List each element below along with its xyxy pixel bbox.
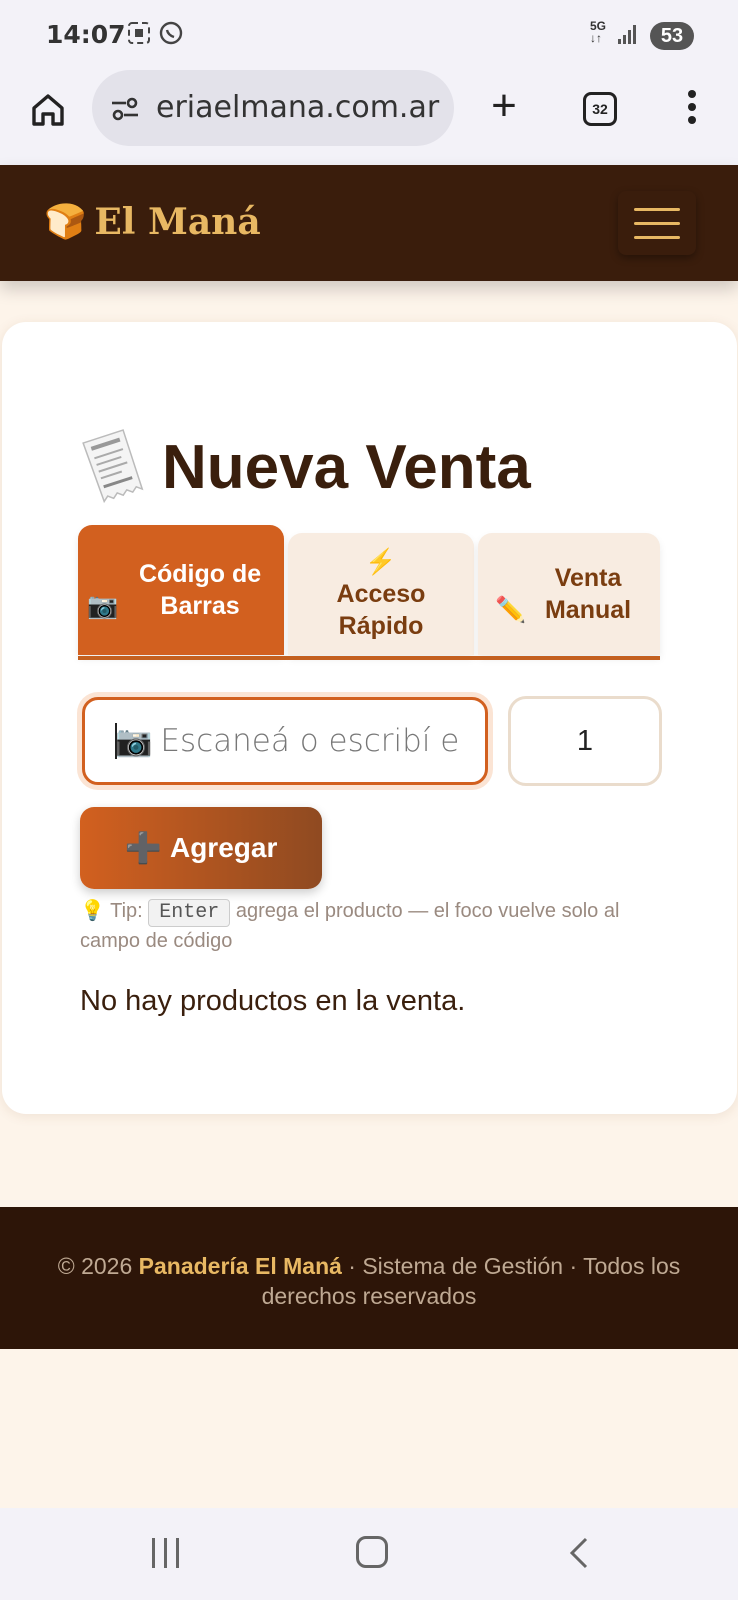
network-indicator: 5G ↓↑: [590, 19, 607, 45]
back-icon: [569, 1537, 588, 1569]
status-bar: 14:07 5G ↓↑ 53: [0, 0, 738, 70]
browser-menu-button[interactable]: [680, 90, 704, 130]
bread-icon: 🍞: [44, 203, 87, 241]
sale-card: Nueva Venta 📷 Código de Barras ⚡ Acceso …: [2, 322, 737, 1114]
site-footer: © 2026 Panadería El Maná · Sistema de Ge…: [0, 1207, 738, 1349]
page-title-text: Nueva Venta: [162, 432, 531, 502]
new-tab-button[interactable]: +: [484, 84, 524, 130]
tab-quick-access[interactable]: ⚡ Acceso Rápido: [288, 533, 474, 655]
system-nav-bar: [0, 1508, 738, 1600]
barcode-placeholder: Escaneá o escribí el código: [160, 723, 460, 759]
plus-icon: ➕: [124, 831, 162, 865]
screenshot-icon: [126, 20, 152, 52]
tab-barcode[interactable]: 📷 Código de Barras: [78, 525, 284, 655]
footer-company: Panadería El Maná: [138, 1253, 342, 1279]
sale-mode-tabs: 📷 Código de Barras ⚡ Acceso Rápido ✏️ Ve…: [78, 525, 660, 665]
brand-name: El Maná: [94, 201, 261, 243]
page-title: Nueva Venta: [78, 427, 531, 507]
enter-key-badge: Enter: [148, 899, 231, 927]
footer-copyright: © 2026: [57, 1253, 133, 1279]
tab-label: Venta Manual: [544, 564, 632, 624]
whatsapp-icon: [158, 20, 184, 52]
signal-icon: [618, 24, 638, 44]
tabs-underline: [78, 656, 660, 660]
site-settings-icon[interactable]: [110, 94, 140, 124]
add-product-button[interactable]: ➕ Agregar: [80, 807, 322, 889]
tab-switcher-button[interactable]: 32: [583, 92, 617, 126]
status-time: 14:07: [46, 20, 126, 49]
tab-manual-sale[interactable]: ✏️ Venta Manual: [478, 533, 660, 655]
hamburger-menu-button[interactable]: [618, 191, 696, 255]
system-home-button[interactable]: [356, 1536, 388, 1568]
back-button[interactable]: [566, 1536, 592, 1570]
add-button-label: Agregar: [169, 832, 278, 863]
quantity-input[interactable]: 1: [508, 696, 662, 786]
pencil-icon: ✏️: [494, 596, 527, 624]
lightbulb-icon: 💡: [80, 900, 105, 922]
site-navbar: 🍞 El Maná: [0, 165, 738, 281]
tab-label: Acceso Rápido: [336, 580, 426, 640]
browser-toolbar: eriaelmana.com.ar + 32: [0, 70, 738, 165]
barcode-input[interactable]: 📷 Escaneá o escribí el código: [82, 697, 488, 785]
home-icon: [32, 94, 64, 126]
empty-sale-message: No hay productos en la venta.: [80, 985, 466, 1017]
address-bar[interactable]: eriaelmana.com.ar: [92, 70, 454, 146]
tab-label: Código de Barras: [138, 560, 262, 620]
recents-button[interactable]: [150, 1538, 182, 1568]
tip-text: 💡 Tip: Enter agrega el producto — el foc…: [80, 899, 620, 952]
url-text: eriaelmana.com.ar: [156, 90, 440, 125]
home-button[interactable]: [28, 90, 68, 130]
battery-indicator: 53: [650, 22, 694, 50]
camera-icon: 📷: [115, 724, 153, 758]
receipt-icon: [82, 429, 144, 504]
lightning-icon: ⚡: [365, 548, 397, 576]
camera-icon: 📷: [86, 592, 119, 620]
brand-logo[interactable]: 🍞 El Maná: [44, 201, 261, 243]
